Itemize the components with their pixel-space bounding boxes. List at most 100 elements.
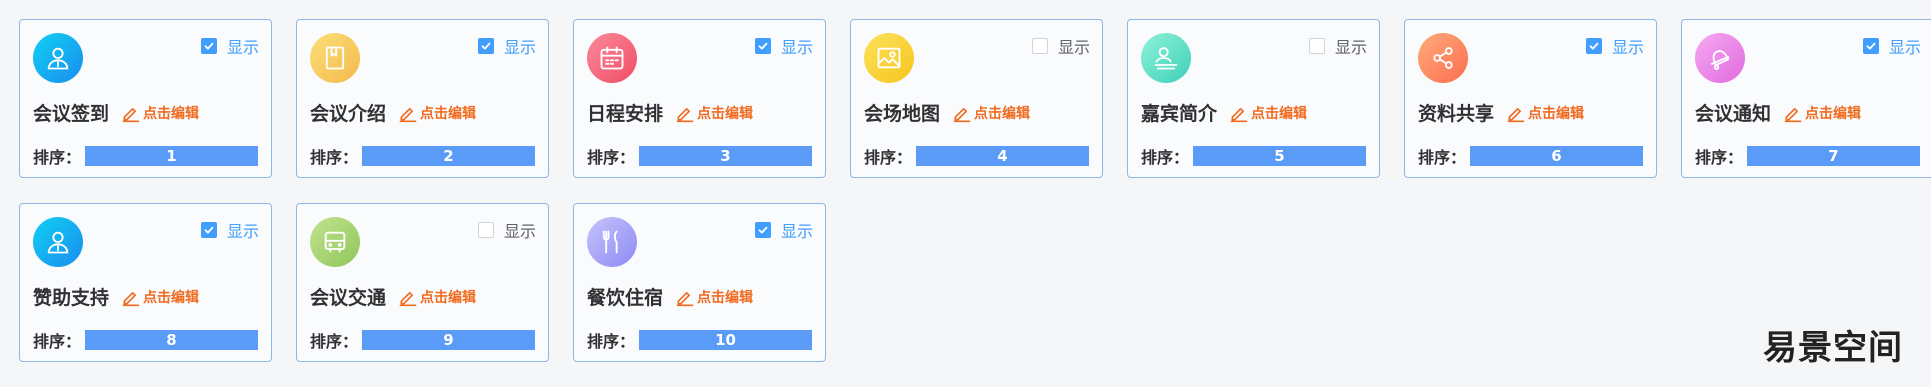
edit-link[interactable]: 点击编辑 bbox=[1783, 103, 1861, 123]
module-card-grid: 显示 会议签到 点击编辑 排序： 1 显示 会议介绍 点击编辑 排序： 2 显示… bbox=[19, 19, 1931, 362]
edit-link[interactable]: 点击编辑 bbox=[398, 103, 476, 123]
edit-label: 点击编辑 bbox=[697, 289, 754, 306]
show-label: 显示 bbox=[1057, 38, 1090, 57]
edit-label: 点击编辑 bbox=[143, 105, 200, 122]
show-checkbox[interactable] bbox=[1308, 38, 1325, 54]
sort-label: 排序： bbox=[1418, 148, 1467, 167]
sort-order-input[interactable]: 3 bbox=[639, 146, 812, 166]
module-title: 会议交通 bbox=[310, 287, 387, 309]
show-toggle[interactable]: 显示 bbox=[754, 34, 813, 58]
show-checkbox[interactable] bbox=[200, 222, 217, 238]
show-label: 显示 bbox=[780, 38, 813, 57]
edit-link[interactable]: 点击编辑 bbox=[675, 103, 753, 123]
show-toggle[interactable]: 显示 bbox=[1862, 34, 1921, 58]
show-checkbox[interactable] bbox=[1862, 38, 1879, 54]
show-label: 显示 bbox=[780, 222, 813, 241]
edit-link[interactable]: 点击编辑 bbox=[121, 287, 199, 307]
calendar-icon bbox=[598, 44, 626, 72]
sort-order-input[interactable]: 6 bbox=[1470, 146, 1643, 166]
show-checkbox[interactable] bbox=[1585, 38, 1602, 54]
guest-icon bbox=[1152, 44, 1180, 72]
module-icon bbox=[587, 217, 637, 267]
sort-order-input[interactable]: 8 bbox=[85, 330, 258, 350]
edit-label: 点击编辑 bbox=[1805, 105, 1862, 122]
sort-order-input[interactable]: 7 bbox=[1747, 146, 1920, 166]
show-checkbox[interactable] bbox=[754, 222, 771, 238]
module-card: 显示 餐饮住宿 点击编辑 排序： 10 bbox=[573, 203, 826, 362]
bus-icon bbox=[321, 228, 349, 256]
module-icon bbox=[1141, 33, 1191, 83]
module-card: 显示 嘉宾简介 点击编辑 排序： 5 bbox=[1127, 19, 1380, 178]
module-card: 显示 赞助支持 点击编辑 排序： 8 bbox=[19, 203, 272, 362]
sort-order-input[interactable]: 1 bbox=[85, 146, 258, 166]
module-card: 显示 会议交通 点击编辑 排序： 9 bbox=[296, 203, 549, 362]
edit-label: 点击编辑 bbox=[697, 105, 754, 122]
edit-label: 点击编辑 bbox=[1251, 105, 1308, 122]
show-checkbox[interactable] bbox=[200, 38, 217, 54]
module-card: 显示 会议签到 点击编辑 排序： 1 bbox=[19, 19, 272, 178]
sort-label: 排序： bbox=[1695, 148, 1744, 167]
show-label: 显示 bbox=[1334, 38, 1367, 57]
module-icon bbox=[310, 33, 360, 83]
show-checkbox[interactable] bbox=[477, 38, 494, 54]
sort-order-input[interactable]: 9 bbox=[362, 330, 535, 350]
edit-link[interactable]: 点击编辑 bbox=[952, 103, 1030, 123]
show-toggle[interactable]: 显示 bbox=[477, 218, 536, 242]
pencil-icon bbox=[121, 103, 143, 123]
module-title: 赞助支持 bbox=[33, 287, 110, 309]
show-toggle[interactable]: 显示 bbox=[1585, 34, 1644, 58]
share-icon bbox=[1429, 44, 1457, 72]
sort-order-input[interactable]: 5 bbox=[1193, 146, 1366, 166]
pencil-icon bbox=[398, 287, 420, 307]
show-toggle[interactable]: 显示 bbox=[200, 218, 259, 242]
user-badge-icon bbox=[44, 228, 72, 256]
show-checkbox[interactable] bbox=[1031, 38, 1048, 54]
module-icon bbox=[864, 33, 914, 83]
module-title: 日程安排 bbox=[587, 103, 664, 125]
show-checkbox[interactable] bbox=[754, 38, 771, 54]
user-badge-icon bbox=[44, 44, 72, 72]
edit-label: 点击编辑 bbox=[974, 105, 1031, 122]
edit-link[interactable]: 点击编辑 bbox=[1229, 103, 1307, 123]
edit-link[interactable]: 点击编辑 bbox=[398, 287, 476, 307]
module-title: 会场地图 bbox=[864, 103, 941, 125]
show-toggle[interactable]: 显示 bbox=[1031, 34, 1090, 58]
module-icon bbox=[33, 217, 83, 267]
module-card: 显示 资料共享 点击编辑 排序： 6 bbox=[1404, 19, 1657, 178]
show-toggle[interactable]: 显示 bbox=[754, 218, 813, 242]
pencil-icon bbox=[398, 103, 420, 123]
module-card: 显示 会议介绍 点击编辑 排序： 2 bbox=[296, 19, 549, 178]
sort-order-input[interactable]: 10 bbox=[639, 330, 812, 350]
show-toggle[interactable]: 显示 bbox=[477, 34, 536, 58]
pencil-icon bbox=[1506, 103, 1528, 123]
pencil-icon bbox=[121, 287, 143, 307]
module-card: 显示 会场地图 点击编辑 排序： 4 bbox=[850, 19, 1103, 178]
edit-link[interactable]: 点击编辑 bbox=[675, 287, 753, 307]
sort-label: 排序： bbox=[1141, 148, 1190, 167]
module-title: 会议通知 bbox=[1695, 103, 1772, 125]
edit-link[interactable]: 点击编辑 bbox=[121, 103, 199, 123]
show-checkbox[interactable] bbox=[477, 222, 494, 238]
show-label: 显示 bbox=[503, 38, 536, 57]
edit-label: 点击编辑 bbox=[143, 289, 200, 306]
show-toggle[interactable]: 显示 bbox=[200, 34, 259, 58]
pencil-icon bbox=[1229, 103, 1251, 123]
edit-label: 点击编辑 bbox=[1528, 105, 1585, 122]
module-title: 餐饮住宿 bbox=[587, 287, 664, 309]
module-icon bbox=[1418, 33, 1468, 83]
sort-order-input[interactable]: 2 bbox=[362, 146, 535, 166]
module-icon bbox=[33, 33, 83, 83]
edit-label: 点击编辑 bbox=[420, 105, 477, 122]
show-label: 显示 bbox=[1888, 38, 1921, 57]
show-toggle[interactable]: 显示 bbox=[1308, 34, 1367, 58]
edit-link[interactable]: 点击编辑 bbox=[1506, 103, 1584, 123]
watermark-logo: 易景空间 bbox=[1763, 328, 1903, 368]
sort-order-input[interactable]: 4 bbox=[916, 146, 1089, 166]
sort-label: 排序： bbox=[310, 332, 359, 351]
module-title: 资料共享 bbox=[1418, 103, 1495, 125]
sort-label: 排序： bbox=[864, 148, 913, 167]
sort-label: 排序： bbox=[33, 148, 82, 167]
module-icon bbox=[587, 33, 637, 83]
sort-label: 排序： bbox=[33, 332, 82, 351]
module-icon bbox=[1695, 33, 1745, 83]
